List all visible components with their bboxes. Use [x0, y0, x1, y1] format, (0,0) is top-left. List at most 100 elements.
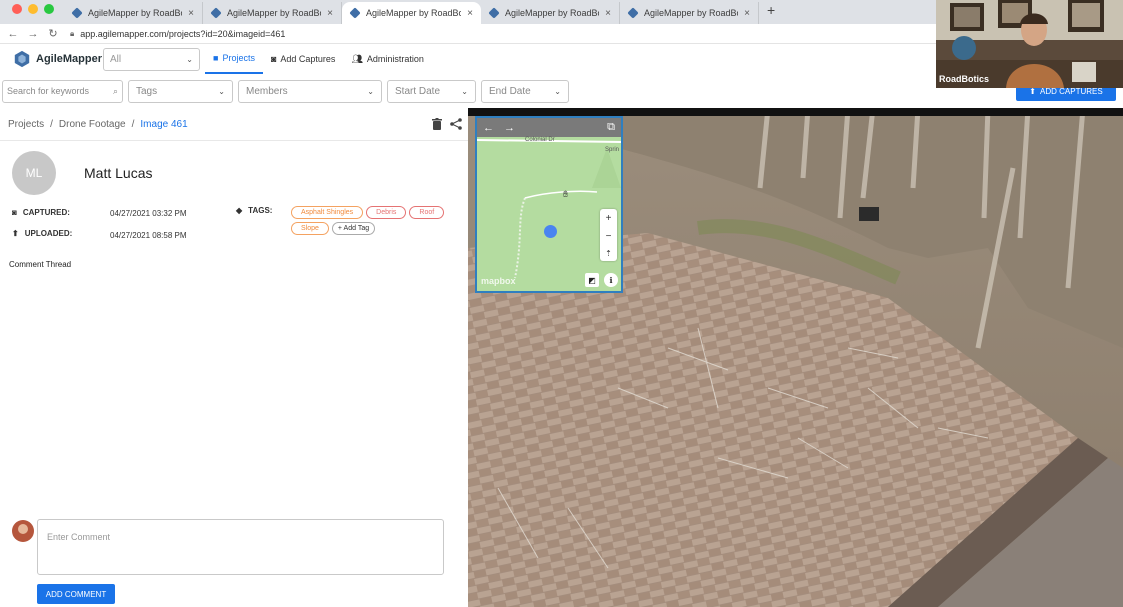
- webcam-overlay: RoadBotics: [936, 0, 1123, 88]
- chevron-down-icon: ⌄: [186, 54, 193, 64]
- minimap-forward-arrow-icon[interactable]: →: [504, 122, 515, 134]
- breadcrumb-separator: /: [50, 119, 53, 130]
- tab-title: AgileMapper by RoadBotics: [88, 8, 182, 18]
- share-icon[interactable]: [450, 118, 462, 130]
- info-icon[interactable]: ℹ: [604, 273, 618, 287]
- nav-administration[interactable]: 👥︎ Administration: [343, 44, 431, 74]
- url-field[interactable]: 🔒︎ app.agilemapper.com/projects?id=20&im…: [70, 29, 285, 39]
- chevron-down-icon: ⌄: [218, 86, 225, 96]
- road-label: Sprin: [605, 147, 620, 153]
- tab-title: AgileMapper by RoadBotics: [227, 8, 321, 18]
- minimize-window-button[interactable]: [28, 3, 38, 14]
- close-tab-icon[interactable]: ×: [467, 8, 473, 19]
- nav-projects-label: Projects: [222, 53, 255, 63]
- tags-label: ◆ TAGS:: [236, 206, 272, 215]
- close-window-button[interactable]: [12, 3, 22, 14]
- location-minimap[interactable]: ← → ⧉ Colonial Dr Sprin ✋︎ + − ⇡ mapbox …: [475, 116, 623, 293]
- end-date-label: End Date: [489, 85, 531, 97]
- tab-title: AgileMapper by RoadBotics: [644, 8, 738, 18]
- chevron-down-icon: ⌄: [461, 86, 468, 96]
- app-logo[interactable]: AgileMapper: [13, 50, 103, 68]
- browser-tab-1[interactable]: AgileMapper by RoadBotics ×: [64, 2, 203, 24]
- tag-list: Asphalt Shingles Debris Roof Slope + Add…: [291, 206, 461, 235]
- tag-chip-asphalt-shingles[interactable]: Asphalt Shingles: [291, 206, 364, 219]
- capture-location-marker[interactable]: [544, 225, 557, 238]
- url-text: app.agilemapper.com/projects?id=20&image…: [80, 28, 286, 39]
- trash-icon[interactable]: [432, 118, 442, 130]
- start-date-label: Start Date: [395, 85, 441, 97]
- tag-icon: ◆: [236, 206, 243, 215]
- maximize-window-button[interactable]: [44, 3, 54, 14]
- nav-add-captures[interactable]: ◙ Add Captures: [263, 44, 343, 74]
- agilemapper-favicon-icon: [627, 7, 639, 19]
- comment-placeholder: Enter Comment: [47, 532, 111, 542]
- close-tab-icon[interactable]: ×: [327, 8, 333, 19]
- mapbox-attribution: mapbox: [481, 276, 516, 286]
- captured-label-text: CAPTURED:: [22, 208, 70, 217]
- close-tab-icon[interactable]: ×: [188, 8, 194, 19]
- browser-tab-3-active[interactable]: AgileMapper by RoadBotics ×: [342, 2, 481, 24]
- minimap-toolbar: ← → ⧉: [477, 118, 621, 137]
- breadcrumb-separator: /: [131, 119, 135, 130]
- browser-tab-2[interactable]: AgileMapper by RoadBotics ×: [203, 2, 342, 24]
- agilemapper-favicon-icon: [349, 7, 361, 19]
- uploaded-label: ⬆ UPLOADED:: [12, 229, 72, 238]
- compass-icon[interactable]: ⇡: [605, 249, 612, 258]
- captured-label: ◙ CAPTURED:: [12, 208, 70, 217]
- nav-projects[interactable]: ■ Projects: [205, 44, 263, 74]
- satellite-toggle-icon[interactable]: ◩: [585, 273, 599, 287]
- tag-chip-debris[interactable]: Debris: [366, 206, 407, 219]
- image-detail-panel: Projects / Drone Footage / Image 461 ML …: [0, 108, 468, 607]
- captured-value: 04/27/2021 03:32 PM: [110, 209, 187, 218]
- search-placeholder: Search for keywords: [7, 86, 90, 96]
- app-name: AgileMapper: [36, 53, 103, 65]
- new-tab-icon[interactable]: +: [759, 2, 775, 22]
- agilemapper-logo-icon: [14, 50, 30, 68]
- search-input[interactable]: Search for keywords ⌕: [2, 79, 123, 103]
- members-filter-select[interactable]: Members ⌄: [238, 79, 382, 103]
- commenter-avatar: [12, 520, 34, 542]
- comment-input[interactable]: Enter Comment: [37, 519, 444, 575]
- minimap-back-arrow-icon[interactable]: ←: [483, 122, 494, 134]
- browser-tab-5[interactable]: AgileMapper by RoadBotics ×: [620, 2, 759, 24]
- search-icon[interactable]: ⌕: [113, 86, 118, 97]
- reload-icon[interactable]: ↻: [46, 27, 60, 40]
- forward-arrow-icon[interactable]: →: [26, 28, 40, 40]
- folder-icon: ■: [213, 53, 219, 63]
- agilemapper-favicon-icon: [488, 7, 500, 19]
- comment-thread-heading: Comment Thread: [9, 260, 72, 269]
- tags-filter-select[interactable]: Tags ⌄: [128, 79, 233, 103]
- browser-tab-4[interactable]: AgileMapper by RoadBotics ×: [481, 2, 620, 24]
- zoom-out-button[interactable]: −: [606, 231, 612, 242]
- tag-chip-slope[interactable]: Slope: [291, 222, 329, 235]
- chevron-down-icon: ⌄: [367, 86, 374, 96]
- image-actions: [432, 118, 462, 130]
- breadcrumb-current: Image 461: [140, 119, 188, 130]
- add-comment-button[interactable]: ADD COMMENT: [37, 584, 115, 604]
- divider: [0, 140, 468, 141]
- back-arrow-icon[interactable]: ←: [6, 28, 20, 40]
- uploaded-label-text: UPLOADED:: [24, 229, 73, 238]
- road-label: Colonial Dr: [525, 137, 555, 143]
- project-select[interactable]: All ⌄: [103, 47, 200, 71]
- end-date-picker[interactable]: End Date ⌄: [481, 79, 569, 103]
- zoom-in-button[interactable]: +: [606, 213, 612, 224]
- window-controls: [0, 3, 64, 21]
- breadcrumb-projects[interactable]: Projects: [8, 119, 44, 130]
- start-date-picker[interactable]: Start Date ⌄: [387, 79, 476, 103]
- breadcrumb-folder[interactable]: Drone Footage: [59, 119, 126, 130]
- minimap-canvas: [477, 118, 621, 291]
- camera-icon: ◙: [270, 54, 277, 64]
- filter-bar: Search for keywords ⌕ Tags ⌄ Members ⌄ S…: [0, 79, 569, 103]
- avatar: ML: [12, 151, 56, 195]
- close-tab-icon[interactable]: ×: [744, 8, 750, 19]
- users-icon: 👥︎: [351, 53, 363, 64]
- tab-title: AgileMapper by RoadBotics: [505, 8, 599, 18]
- uploaded-value: 04/27/2021 08:58 PM: [110, 231, 187, 240]
- webcam-participant-label: RoadBotics: [939, 74, 990, 84]
- close-tab-icon[interactable]: ×: [605, 8, 611, 19]
- tab-title: AgileMapper by RoadBotics: [366, 8, 462, 18]
- add-tag-button[interactable]: + Add Tag: [331, 222, 376, 235]
- tag-chip-roof[interactable]: Roof: [409, 206, 445, 219]
- expand-external-icon[interactable]: ⧉: [607, 121, 615, 134]
